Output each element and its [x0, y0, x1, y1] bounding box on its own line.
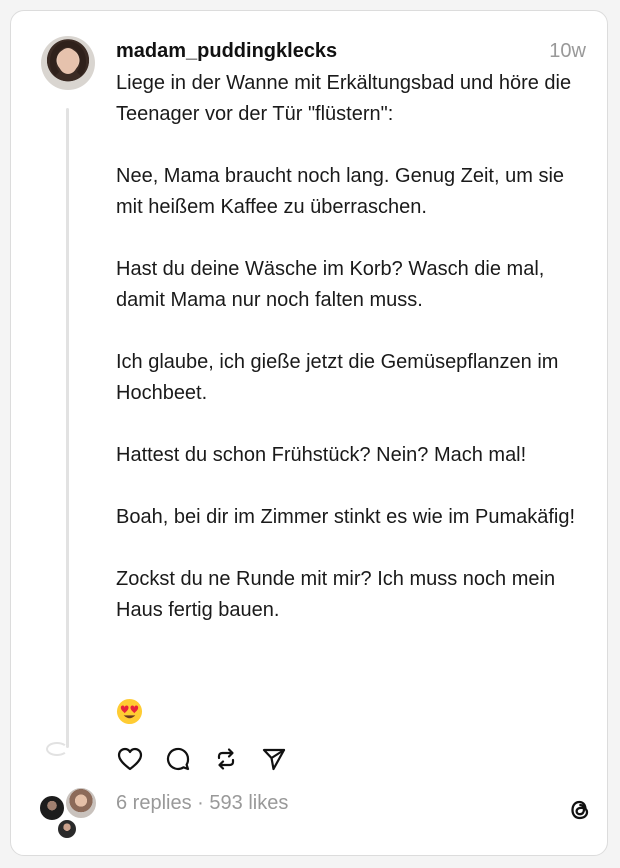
thread-line-curl [46, 742, 68, 756]
post-paragraph: Nee, Mama braucht noch lang. Genug Zeit,… [116, 165, 565, 218]
stats-separator: · [191, 792, 210, 814]
post-paragraph: Hast du deine Wäsche im Korb? Wasch die … [116, 258, 545, 311]
threads-logo-icon[interactable] [566, 796, 594, 824]
repost-icon [217, 748, 235, 770]
post-paragraph: Boah, bei dir im Zimmer stinkt es wie im… [116, 506, 576, 528]
author-username[interactable]: madam_puddingklecks [116, 40, 337, 63]
post-paragraph: Zockst du ne Runde mit mir? Ich muss noc… [116, 568, 556, 621]
replier-avatars[interactable] [38, 786, 102, 844]
post-stats: 6 replies · 593 likes [116, 792, 288, 815]
replies-count[interactable]: 6 replies [116, 792, 192, 814]
post-timestamp[interactable]: 10w [549, 40, 586, 63]
send-icon [262, 748, 286, 771]
heart-icon [117, 747, 143, 771]
post-paragraph: Ich glaube, ich gieße jetzt die Gemüsepf… [116, 351, 559, 404]
reply-button[interactable] [164, 745, 192, 773]
heart-eyes-emoji [116, 698, 143, 725]
likes-count[interactable]: 593 likes [209, 792, 288, 814]
post-paragraph: Hattest du schon Frühstück? Nein? Mach m… [116, 444, 527, 466]
post-body: Liege in der Wanne mit Erkältungsbad und… [116, 68, 586, 657]
avatar-face [58, 48, 78, 74]
post-paragraph: Liege in der Wanne mit Erkältungsbad und… [116, 72, 572, 125]
replier-avatar [64, 786, 98, 820]
replier-avatar [38, 794, 66, 822]
repost-button[interactable] [212, 745, 240, 773]
replier-avatar [56, 818, 78, 840]
thread-line [66, 108, 69, 748]
author-avatar[interactable] [41, 36, 95, 90]
share-button[interactable] [260, 745, 288, 773]
comment-icon [166, 747, 190, 771]
like-button[interactable] [116, 745, 144, 773]
